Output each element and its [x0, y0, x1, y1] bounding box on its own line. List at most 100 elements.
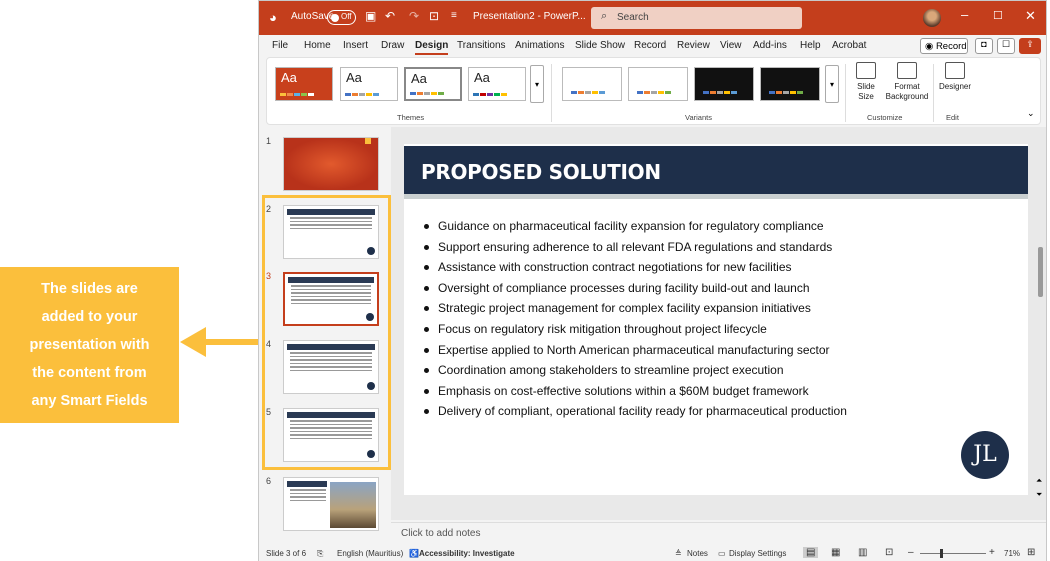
notes-icon: ≜ — [675, 549, 682, 558]
tab-add-ins[interactable]: Add-ins — [753, 40, 787, 51]
group-divider — [845, 64, 846, 122]
designer-icon — [945, 62, 965, 79]
tab-design[interactable]: Design — [415, 40, 449, 55]
tab-home[interactable]: Home — [304, 40, 331, 51]
spell-check-icon[interactable]: ⎘ — [317, 549, 323, 559]
display-settings-button[interactable]: Display Settings — [729, 549, 786, 558]
slideshow-view-icon[interactable]: ⊡ — [885, 547, 893, 558]
slide-number: 1 — [266, 136, 272, 146]
tab-animations[interactable]: Animations — [515, 40, 564, 51]
tab-transitions[interactable]: Transitions — [457, 40, 506, 51]
record-button[interactable]: ◉ Record — [920, 38, 968, 54]
thumb-header — [287, 344, 375, 350]
save-icon[interactable]: ▣ — [365, 9, 376, 23]
themes-group-label: Themes — [397, 113, 425, 122]
vertical-scrollbar[interactable]: ⏶ ⏷ — [1035, 127, 1046, 520]
bullet-list[interactable]: Guidance on pharmaceutical facility expa… — [424, 216, 847, 422]
share-icon[interactable]: ⇪ — [1019, 38, 1041, 54]
slide-thumbnail-3[interactable] — [283, 272, 379, 326]
bullet-item: Focus on regulatory risk mitigation thro… — [424, 319, 847, 340]
slide-thumbnail-1[interactable] — [283, 137, 379, 191]
thumb-header — [287, 412, 375, 418]
current-slide[interactable]: PROPOSED SOLUTION Guidance on pharmaceut… — [404, 144, 1028, 495]
redo-icon[interactable]: ↷ — [409, 9, 419, 23]
background-label: Background — [885, 92, 929, 101]
record-dot-icon: ◉ — [925, 41, 934, 52]
format-background-button[interactable]: Format Background — [881, 62, 933, 102]
bullet-item: Expertise applied to North American phar… — [424, 340, 847, 361]
slide-thumbnail-5[interactable] — [283, 408, 379, 462]
slide-sorter-icon[interactable]: ▦ — [831, 547, 840, 558]
normal-view-icon[interactable]: ▤ — [803, 547, 819, 558]
slide-thumbnail-2[interactable] — [283, 205, 379, 259]
callout-line: The slides are — [41, 281, 138, 297]
theme-thumb[interactable]: Aa — [404, 67, 462, 101]
themes-more-icon[interactable]: ▾ — [530, 65, 544, 103]
tab-help[interactable]: Help — [800, 40, 821, 51]
variant-thumb[interactable] — [760, 67, 820, 101]
bullet-item: Emphasis on cost-effective solutions wit… — [424, 381, 847, 402]
display-settings-icon: ▭ — [718, 549, 726, 558]
customize-qat-icon[interactable]: ≡ — [451, 10, 457, 21]
tab-acrobat[interactable]: Acrobat — [832, 40, 866, 51]
zoom-in-icon[interactable]: + — [989, 547, 995, 558]
tab-slide-show[interactable]: Slide Show — [575, 40, 625, 51]
zoom-slider-thumb[interactable] — [940, 549, 943, 558]
close-icon[interactable]: ✕ — [1025, 8, 1036, 24]
theme-thumb[interactable]: Aa — [275, 67, 333, 101]
tab-view[interactable]: View — [720, 40, 742, 51]
slide-counter: Slide 3 of 6 — [266, 549, 307, 558]
tab-draw[interactable]: Draw — [381, 40, 404, 51]
theme-thumb[interactable]: Aa — [340, 67, 398, 101]
zoom-slider[interactable] — [920, 553, 986, 554]
search-placeholder: Search — [617, 12, 649, 23]
slide-thumbnail-4[interactable] — [283, 340, 379, 394]
tab-file[interactable]: File — [272, 40, 288, 51]
design-ribbon: Aa Aa Aa Aa ▾ Themes ▾ Variants Slide Si… — [266, 57, 1041, 125]
tab-review[interactable]: Review — [677, 40, 710, 51]
notes-pane[interactable]: Click to add notes — [391, 522, 1046, 544]
slide-size-button[interactable]: Slide Size — [851, 62, 881, 102]
scrollbar-thumb[interactable] — [1038, 247, 1043, 297]
search-box[interactable]: ⌕ Search — [591, 7, 802, 29]
variants-more-icon[interactable]: ▾ — [825, 65, 839, 103]
autosave-state: Off — [341, 12, 352, 21]
minimize-icon[interactable]: – — [961, 7, 968, 22]
prev-slide-icon[interactable]: ⏶ — [1036, 477, 1042, 485]
thumb-header — [287, 209, 375, 215]
present-icon[interactable]: ⊡ — [429, 9, 439, 23]
comments-icon[interactable]: ☐ — [997, 38, 1015, 54]
undo-icon[interactable]: ↶ — [385, 9, 395, 23]
variant-thumb[interactable] — [562, 67, 622, 101]
next-slide-icon[interactable]: ⏷ — [1036, 491, 1042, 499]
autosave-toggle[interactable]: Off — [327, 10, 356, 25]
camera-icon[interactable]: ◘ — [975, 38, 993, 54]
language-status[interactable]: English (Mauritius) — [337, 549, 403, 558]
collapse-ribbon-icon[interactable]: ⌄ — [1027, 108, 1035, 119]
company-logo: JL — [961, 431, 1009, 479]
slide-number: 4 — [266, 339, 272, 349]
designer-label: Designer — [938, 82, 971, 91]
designer-button[interactable]: Designer — [935, 62, 975, 92]
thumb-logo — [367, 382, 375, 390]
callout-arrow-icon — [180, 327, 260, 357]
maximize-icon[interactable]: ☐ — [993, 9, 1003, 22]
callout-box: The slides are added to your presentatio… — [0, 267, 179, 423]
fit-to-window-icon[interactable]: ⊞ — [1027, 547, 1035, 558]
theme-thumb[interactable]: Aa — [468, 67, 526, 101]
tab-insert[interactable]: Insert — [343, 40, 368, 51]
reading-view-icon[interactable]: ▥ — [858, 547, 867, 558]
accessibility-status[interactable]: Accessibility: Investigate — [419, 549, 515, 558]
tab-record[interactable]: Record — [634, 40, 666, 51]
notes-toggle[interactable]: Notes — [687, 549, 708, 558]
callout-line: the content from — [32, 365, 147, 381]
zoom-out-icon[interactable]: – — [908, 547, 914, 558]
slide-title[interactable]: PROPOSED SOLUTION — [404, 146, 1028, 194]
title-bar: ◕ AutoSave Off ▣ ↶ ↷ ⊡ ≡ Presentation2 -… — [259, 1, 1046, 35]
avatar[interactable] — [923, 9, 941, 27]
powerpoint-window: ◕ AutoSave Off ▣ ↶ ↷ ⊡ ≡ Presentation2 -… — [258, 0, 1047, 561]
slide-thumbnail-6[interactable] — [283, 477, 379, 531]
zoom-level[interactable]: 71% — [1004, 549, 1020, 558]
variant-thumb[interactable] — [694, 67, 754, 101]
variant-thumb[interactable] — [628, 67, 688, 101]
